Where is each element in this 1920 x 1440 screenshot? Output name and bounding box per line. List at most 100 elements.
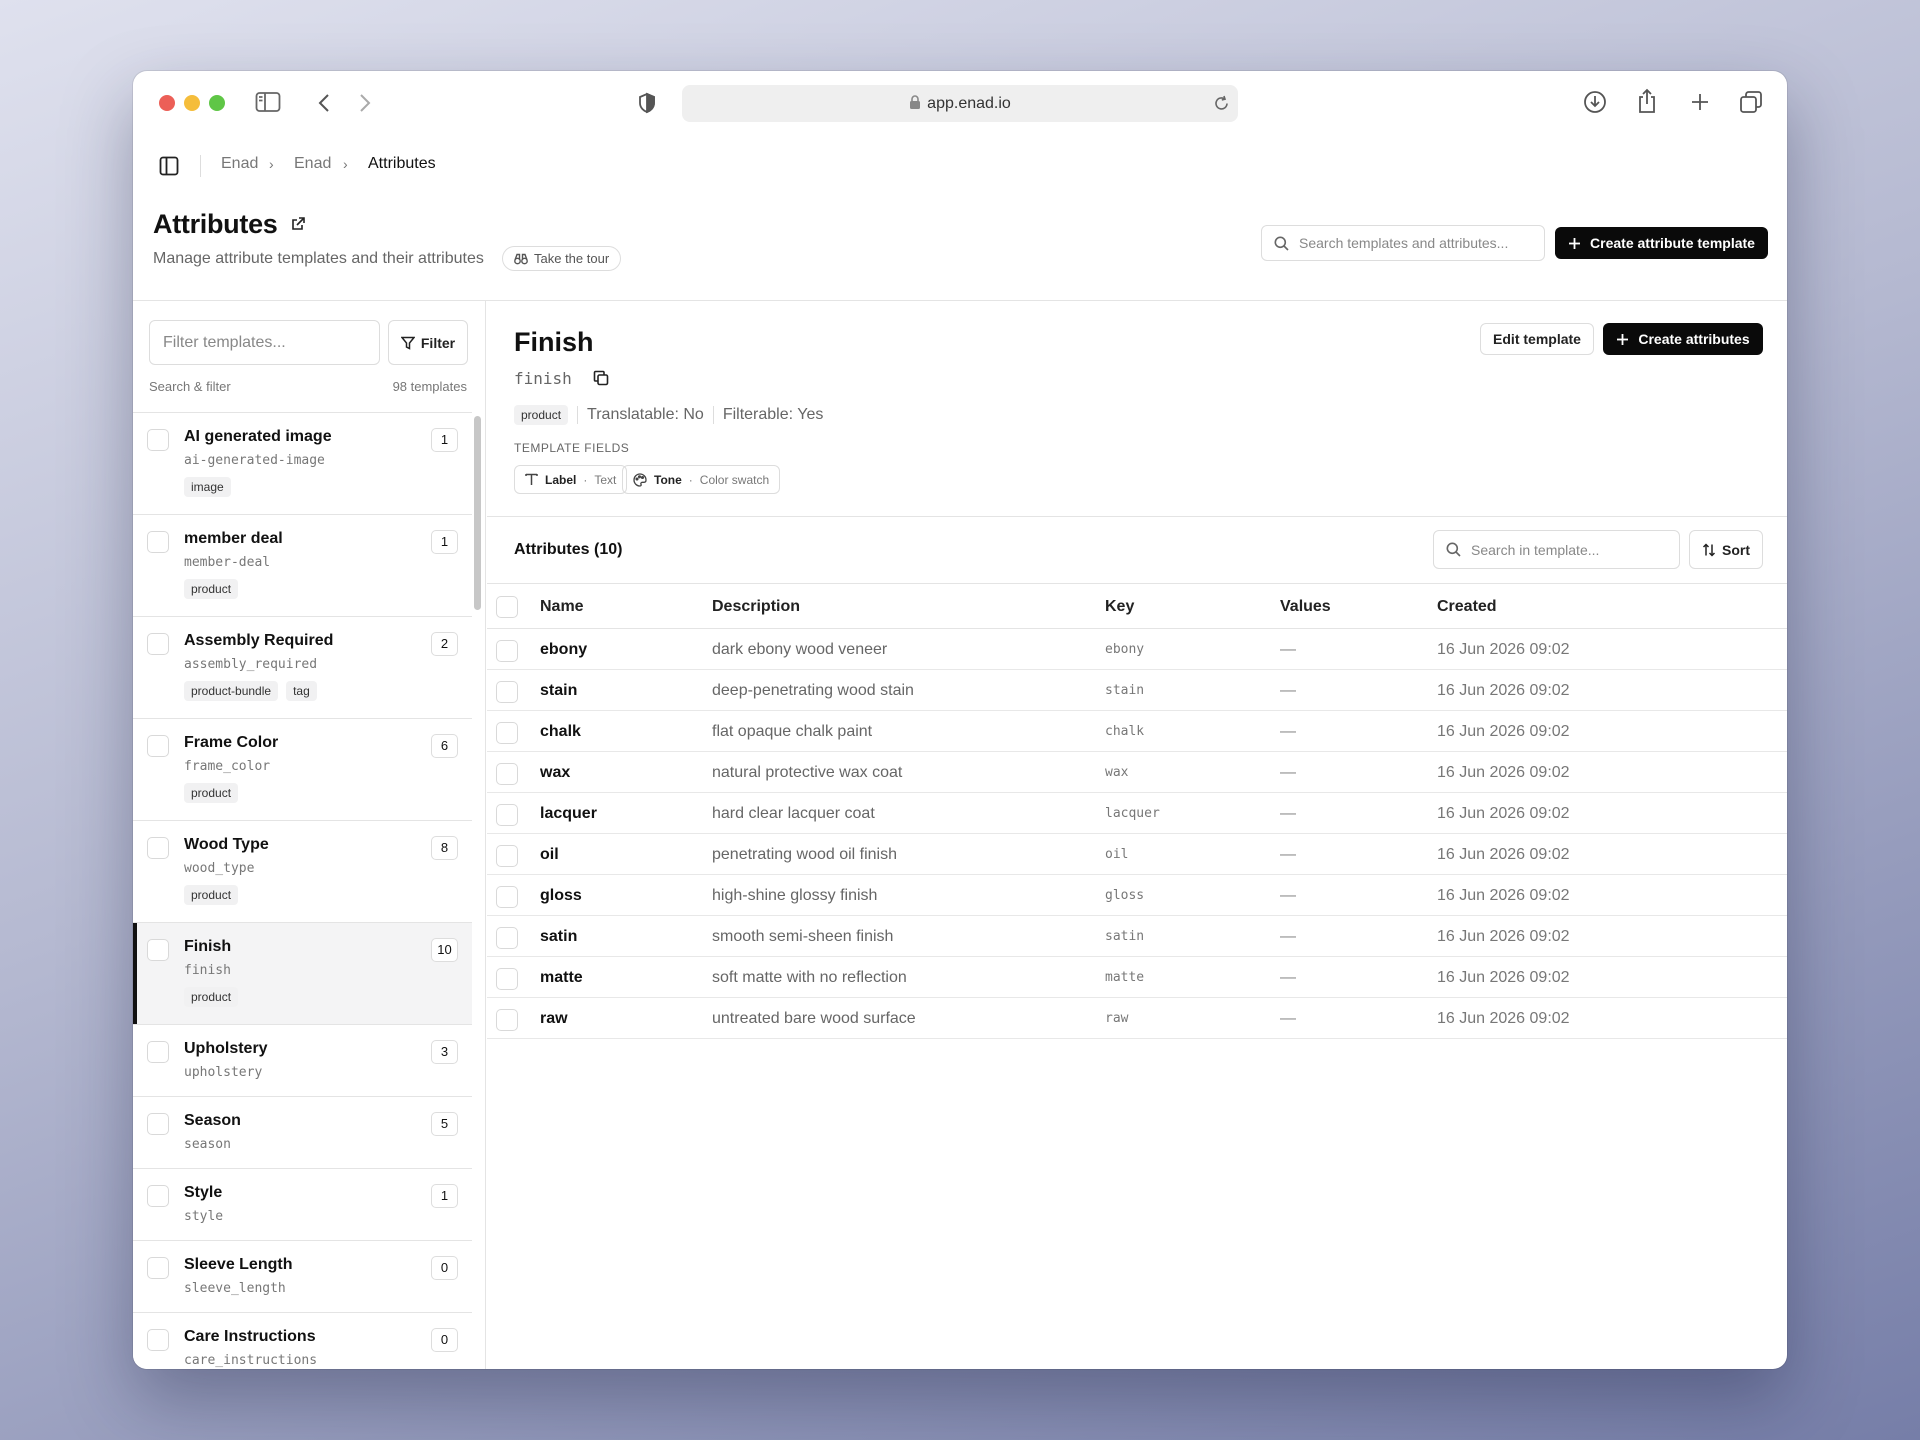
template-checkbox[interactable] — [147, 735, 169, 757]
template-list-item[interactable]: Finish finish product 10 — [133, 923, 472, 1025]
template-key: finish — [514, 369, 609, 388]
address-bar[interactable]: app.enad.io — [682, 85, 1238, 122]
row-checkbox[interactable] — [496, 968, 518, 990]
row-checkbox[interactable] — [496, 845, 518, 867]
search-in-template-input[interactable]: Search in template... — [1433, 530, 1680, 569]
create-attribute-template-button[interactable]: Create attribute template — [1555, 227, 1768, 259]
table-row[interactable]: gloss high-shine glossy finish gloss — 16 Ju… — [487, 875, 1787, 916]
close-window-button[interactable] — [159, 95, 175, 111]
table-row[interactable]: matte soft matte with no reflection matte —… — [487, 957, 1787, 998]
select-all-checkbox[interactable] — [496, 596, 518, 618]
table-row[interactable]: ebony dark ebony wood veneer ebony — 16 Jun … — [487, 629, 1787, 670]
page-subtitle: Manage attribute templates and their att… — [153, 250, 484, 267]
template-list-item[interactable]: Assembly Required assembly_required produc… — [133, 617, 472, 719]
template-list-item[interactable]: Season season 5 — [133, 1097, 472, 1169]
chevron-right-icon: › — [343, 156, 348, 172]
template-tags: image — [184, 477, 472, 497]
column-header-created[interactable]: Created — [1437, 584, 1497, 629]
row-checkbox[interactable] — [496, 886, 518, 908]
take-tour-button[interactable]: Take the tour — [502, 246, 622, 271]
row-checkbox[interactable] — [496, 1009, 518, 1031]
table-row[interactable]: satin smooth semi-sheen finish satin — 16 Ju… — [487, 916, 1787, 957]
column-header-description[interactable]: Description — [712, 584, 800, 629]
sort-label: Sort — [1722, 541, 1750, 558]
template-list-item[interactable]: Style style 1 — [133, 1169, 472, 1241]
template-checkbox[interactable] — [147, 429, 169, 451]
column-header-values[interactable]: Values — [1280, 584, 1331, 629]
breadcrumb-item-project[interactable]: Enad — [294, 155, 331, 173]
template-checkbox[interactable] — [147, 1329, 169, 1351]
attribute-name: raw — [540, 1010, 568, 1027]
filter-button-label: Filter — [420, 334, 456, 351]
forward-icon[interactable] — [358, 92, 372, 114]
filter-button[interactable]: Filter — [388, 320, 468, 365]
table-row[interactable]: raw untreated bare wood surface raw — 16 Jun… — [487, 998, 1787, 1039]
template-checkbox[interactable] — [147, 633, 169, 655]
external-link-icon[interactable] — [291, 216, 306, 231]
template-tag: product — [184, 885, 239, 905]
sidebar-toggle-icon[interactable] — [255, 91, 281, 113]
table-row[interactable]: chalk flat opaque chalk paint chalk — 16 Jun… — [487, 711, 1787, 752]
table-row[interactable]: oil penetrating wood oil finish oil — 16 Jun… — [487, 834, 1787, 875]
global-search-input[interactable]: Search templates and attributes... — [1261, 225, 1545, 261]
sidebar-scrollbar[interactable] — [474, 416, 481, 610]
filter-templates-input[interactable]: Filter templates... — [149, 320, 380, 365]
zoom-window-button[interactable] — [209, 95, 225, 111]
copy-icon[interactable] — [593, 370, 609, 386]
attribute-created: 16 Jun 2026 09:02 — [1437, 805, 1570, 822]
template-checkbox[interactable] — [147, 1185, 169, 1207]
back-icon[interactable] — [317, 92, 331, 114]
template-list-item[interactable]: Upholstery upholstery 3 — [133, 1025, 472, 1097]
row-checkbox[interactable] — [496, 681, 518, 703]
template-name: Assembly Required — [184, 632, 334, 649]
privacy-shield-icon[interactable] — [638, 92, 656, 114]
row-checkbox[interactable] — [496, 763, 518, 785]
table-row[interactable]: wax natural protective wax coat wax — 16 Jun… — [487, 752, 1787, 793]
take-tour-label: Take the tour — [534, 251, 610, 266]
minimize-window-button[interactable] — [184, 95, 200, 111]
attribute-values: — — [1280, 969, 1296, 986]
template-key-text: finish — [514, 369, 572, 388]
attribute-description: smooth semi-sheen finish — [712, 928, 894, 945]
tab-overview-icon[interactable] — [1739, 90, 1763, 114]
template-field-label[interactable]: Label · Text — [514, 465, 628, 494]
template-checkbox[interactable] — [147, 939, 169, 961]
template-list-item[interactable]: Sleeve Length sleeve_length 0 — [133, 1241, 472, 1313]
attribute-values: — — [1280, 928, 1296, 945]
row-checkbox[interactable] — [496, 640, 518, 662]
table-row[interactable]: stain deep-penetrating wood stain stain — 16… — [487, 670, 1787, 711]
reload-icon[interactable] — [1213, 95, 1230, 112]
template-checkbox[interactable] — [147, 1257, 169, 1279]
breadcrumb-item-workspace[interactable]: Enad — [221, 155, 258, 173]
attribute-count-badge: 0 — [431, 1256, 458, 1280]
edit-template-button[interactable]: Edit template — [1480, 323, 1594, 355]
template-checkbox[interactable] — [147, 1041, 169, 1063]
url-text: app.enad.io — [927, 95, 1011, 112]
template-checkbox[interactable] — [147, 1113, 169, 1135]
template-list-item[interactable]: Wood Type wood_type product 8 — [133, 821, 472, 923]
template-field-tone[interactable]: Tone · Color swatch — [622, 465, 781, 494]
sort-button[interactable]: Sort — [1689, 530, 1763, 569]
download-icon[interactable] — [1583, 90, 1607, 114]
template-list-item[interactable]: Frame Color frame_color product 6 — [133, 719, 472, 821]
share-icon[interactable] — [1637, 88, 1657, 114]
column-header-name[interactable]: Name — [540, 584, 584, 629]
template-checkbox[interactable] — [147, 531, 169, 553]
new-tab-icon[interactable] — [1689, 91, 1711, 113]
table-row[interactable]: lacquer hard clear lacquer coat lacquer — 16… — [487, 793, 1787, 834]
column-header-key[interactable]: Key — [1105, 584, 1134, 629]
template-list-item[interactable]: Care Instructions care_instructions 0 — [133, 1313, 472, 1369]
template-fields-label: TEMPLATE FIELDS — [514, 441, 630, 455]
detail-divider — [487, 516, 1787, 517]
row-checkbox[interactable] — [496, 722, 518, 744]
row-checkbox[interactable] — [496, 927, 518, 949]
search-icon — [1446, 542, 1461, 557]
panel-toggle-icon[interactable] — [159, 156, 179, 176]
template-checkbox[interactable] — [147, 837, 169, 859]
filterable-status: Filterable: Yes — [722, 406, 824, 423]
template-list-item[interactable]: member deal member-deal product 1 — [133, 515, 472, 617]
create-attributes-button[interactable]: Create attributes — [1603, 323, 1763, 355]
template-list-item[interactable]: AI generated image ai-generated-image imag… — [133, 413, 472, 515]
row-checkbox[interactable] — [496, 804, 518, 826]
template-name: Frame Color — [184, 734, 279, 751]
